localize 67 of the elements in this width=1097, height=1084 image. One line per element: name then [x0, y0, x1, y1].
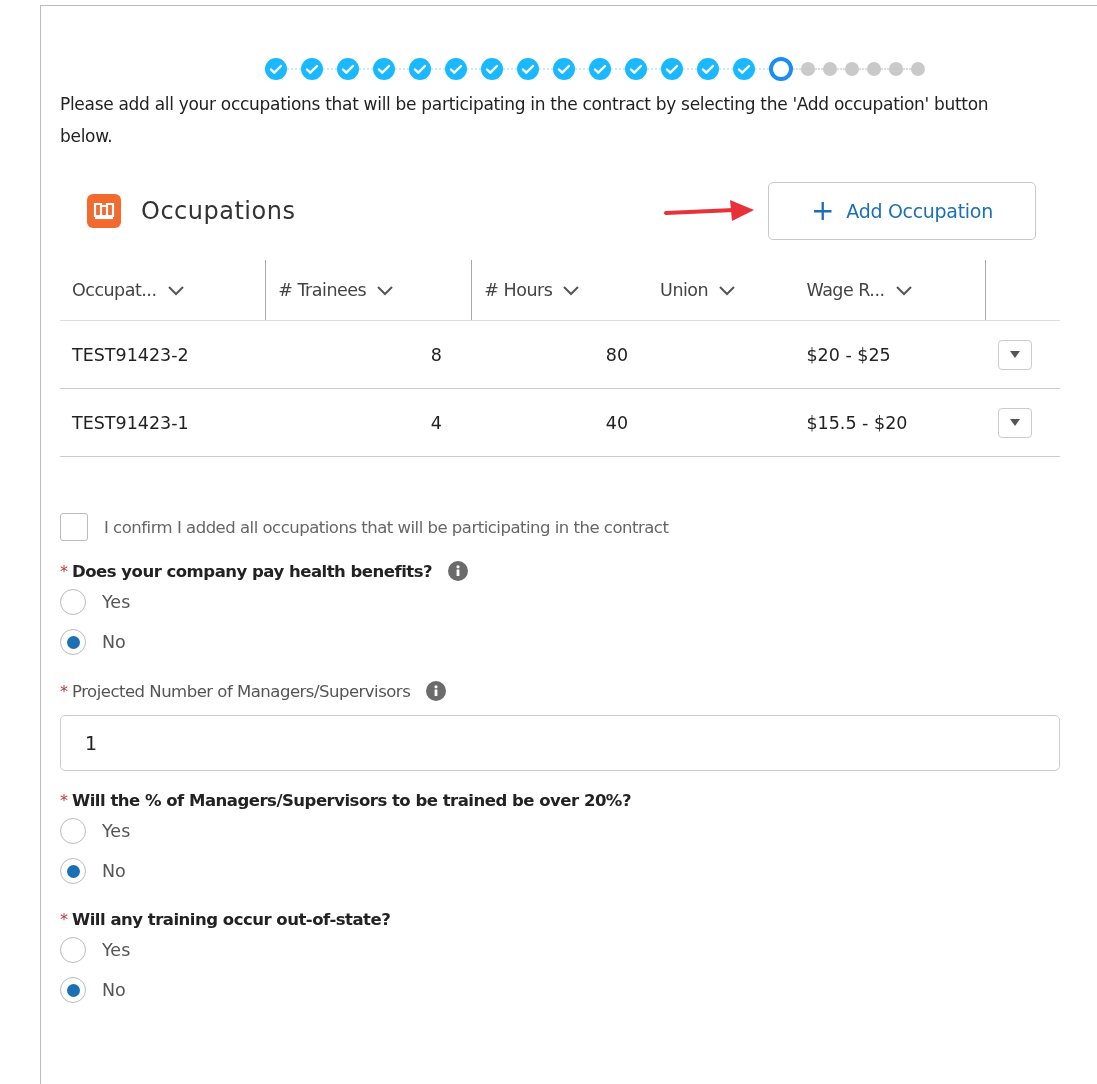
- card-title: Occupations: [141, 197, 296, 225]
- completed-step-icon[interactable]: [625, 58, 647, 80]
- required-marker: *: [60, 681, 68, 701]
- completed-step-icon[interactable]: [661, 58, 683, 80]
- chevron-icon[interactable]: [166, 284, 185, 296]
- option-label: No: [102, 861, 126, 881]
- info-icon[interactable]: [426, 681, 447, 701]
- completed-step-icon[interactable]: [697, 58, 719, 80]
- upcoming-step-icon[interactable]: [867, 62, 881, 76]
- confirm-checkbox[interactable]: [60, 513, 88, 541]
- completed-step-icon[interactable]: [553, 58, 575, 80]
- caret-icon[interactable]: [1009, 351, 1020, 358]
- table-cell: 8: [430, 344, 442, 365]
- option-label: Yes: [102, 821, 131, 841]
- option-label: No: [102, 632, 126, 652]
- option-label: Yes: [102, 592, 131, 612]
- table-cell: $15.5 - $20: [806, 412, 908, 433]
- upcoming-step-icon[interactable]: [801, 62, 815, 76]
- table-cell: 80: [605, 344, 629, 365]
- add-occupation-button[interactable]: + Add Occupation: [768, 182, 1036, 240]
- current-step-icon[interactable]: [769, 57, 793, 81]
- table-cell: TEST91423-1: [72, 412, 189, 433]
- upcoming-step-icon[interactable]: [845, 62, 859, 76]
- completed-step-icon[interactable]: [301, 58, 323, 80]
- upcoming-step-icon[interactable]: [889, 62, 903, 76]
- row-menu-button[interactable]: [997, 339, 1032, 370]
- question-label: Will the % of Managers/Supervisors to be trained be over 20%?: [72, 791, 631, 810]
- column-header[interactable]: # Hours: [471, 260, 649, 321]
- required-marker: *: [60, 791, 68, 810]
- chevron-icon[interactable]: [894, 284, 913, 296]
- table-cell: 40: [605, 412, 629, 433]
- question-label: Projected Number of Managers/Supervisors: [72, 681, 411, 701]
- completed-step-icon[interactable]: [337, 58, 359, 80]
- column-header[interactable]: Wage R...: [794, 260, 986, 321]
- question-label: Does your company pay health benefits?: [72, 561, 433, 581]
- row-menu-button[interactable]: [997, 407, 1032, 438]
- completed-step-icon[interactable]: [265, 58, 287, 80]
- table-cell: TEST91423-2: [72, 344, 189, 365]
- completed-step-icon[interactable]: [445, 58, 467, 80]
- upcoming-step-icon[interactable]: [823, 62, 837, 76]
- completed-step-icon[interactable]: [481, 58, 503, 80]
- chevron-icon[interactable]: [562, 284, 581, 296]
- upcoming-step-icon[interactable]: [911, 62, 925, 76]
- book-icon: [87, 194, 121, 228]
- completed-step-icon[interactable]: [733, 58, 755, 80]
- info-icon[interactable]: [448, 561, 469, 581]
- chevron-icon[interactable]: [718, 284, 737, 296]
- caret-icon[interactable]: [1009, 419, 1020, 426]
- table-cell: $20 - $25: [806, 344, 891, 365]
- column-header[interactable]: # Trainees: [265, 260, 472, 321]
- number-field[interactable]: 1: [60, 715, 1060, 771]
- confirm-label: I confirm I added all occupations that will be participating in the contract: [104, 517, 669, 537]
- column-header[interactable]: Occupat...: [60, 260, 266, 321]
- completed-step-icon[interactable]: [409, 58, 431, 80]
- completed-step-icon[interactable]: [373, 58, 395, 80]
- completed-step-icon[interactable]: [589, 58, 611, 80]
- option-label: Yes: [102, 940, 131, 960]
- table-cell: 4: [430, 412, 442, 433]
- required-marker: *: [60, 910, 68, 929]
- instructions-text: Please add all your occupations that will be participating in the contract by selecting the 'Add occupation' button below.: [60, 93, 990, 148]
- option-label: No: [102, 980, 126, 1000]
- completed-step-icon[interactable]: [517, 58, 539, 80]
- arrow-icon: [664, 198, 756, 224]
- required-marker: *: [60, 561, 68, 581]
- question-label: Will any training occur out-of-state?: [72, 910, 391, 929]
- column-header[interactable]: Union: [648, 260, 795, 321]
- chevron-icon[interactable]: [376, 284, 395, 296]
